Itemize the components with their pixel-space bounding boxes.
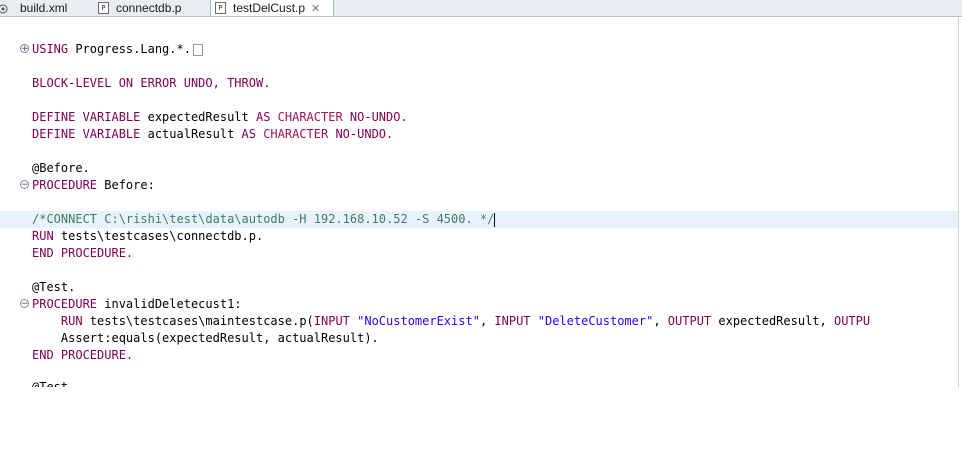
progress-file-icon: P xyxy=(215,2,226,14)
code-line: USING Progress.Lang.*. xyxy=(32,41,203,58)
fold-collapse-icon[interactable]: − xyxy=(20,299,29,309)
code-line: @Test. xyxy=(32,280,76,294)
code-line: BLOCK-LEVEL ON ERROR UNDO, THROW. xyxy=(32,76,271,90)
code-line-current: /*CONNECT C:\rishi\test\data\autodb -H 1… xyxy=(32,212,496,227)
code-line: RUN tests\testcases\connectdb.p. xyxy=(32,229,264,243)
collapsed-block-icon[interactable] xyxy=(192,43,203,56)
code-line: END PROCEDURE. xyxy=(32,246,134,260)
fold-collapse-icon[interactable]: − xyxy=(20,180,29,190)
text-cursor xyxy=(494,212,496,227)
code-editor[interactable]: ′ + USING Progress.Lang.*. BLOCK-LEVEL O… xyxy=(0,17,962,387)
scroll-mark-icon: ′ xyxy=(616,17,622,25)
editor-tab-bar: build.xml P connectdb.p P testDelCust.p … xyxy=(0,0,962,17)
code-line: @Before. xyxy=(32,161,90,175)
xml-file-icon xyxy=(0,3,8,13)
tab-label: testDelCust.p xyxy=(233,1,306,15)
tab-label: build.xml xyxy=(20,0,68,15)
fold-expand-icon[interactable]: + xyxy=(20,44,29,54)
print-margin xyxy=(958,17,959,387)
code-line: DEFINE VARIABLE expectedResult AS CHARAC… xyxy=(32,110,408,124)
tab-label: connectdb.p xyxy=(116,0,182,15)
code-line: END PROCEDURE. xyxy=(32,348,134,362)
code-line: PROCEDURE Before: xyxy=(32,178,155,192)
tab-testdelcust-active[interactable]: P testDelCust.p ✕ xyxy=(210,0,334,16)
code-line-clipped: @Test. xyxy=(32,380,76,387)
code-line: PROCEDURE invalidDeletecust1: xyxy=(32,297,242,311)
code-line: RUN tests\testcases\maintestcase.p(INPUT… xyxy=(32,314,871,328)
code-line: Assert:equals(expectedResult, actualResu… xyxy=(32,331,379,345)
progress-file-icon: P xyxy=(98,1,109,14)
tab-build-xml[interactable]: build.xml xyxy=(0,0,90,15)
tab-connectdb[interactable]: P connectdb.p xyxy=(94,0,204,15)
close-icon[interactable]: ✕ xyxy=(311,2,320,15)
code-line: DEFINE VARIABLE actualResult AS CHARACTE… xyxy=(32,127,394,141)
